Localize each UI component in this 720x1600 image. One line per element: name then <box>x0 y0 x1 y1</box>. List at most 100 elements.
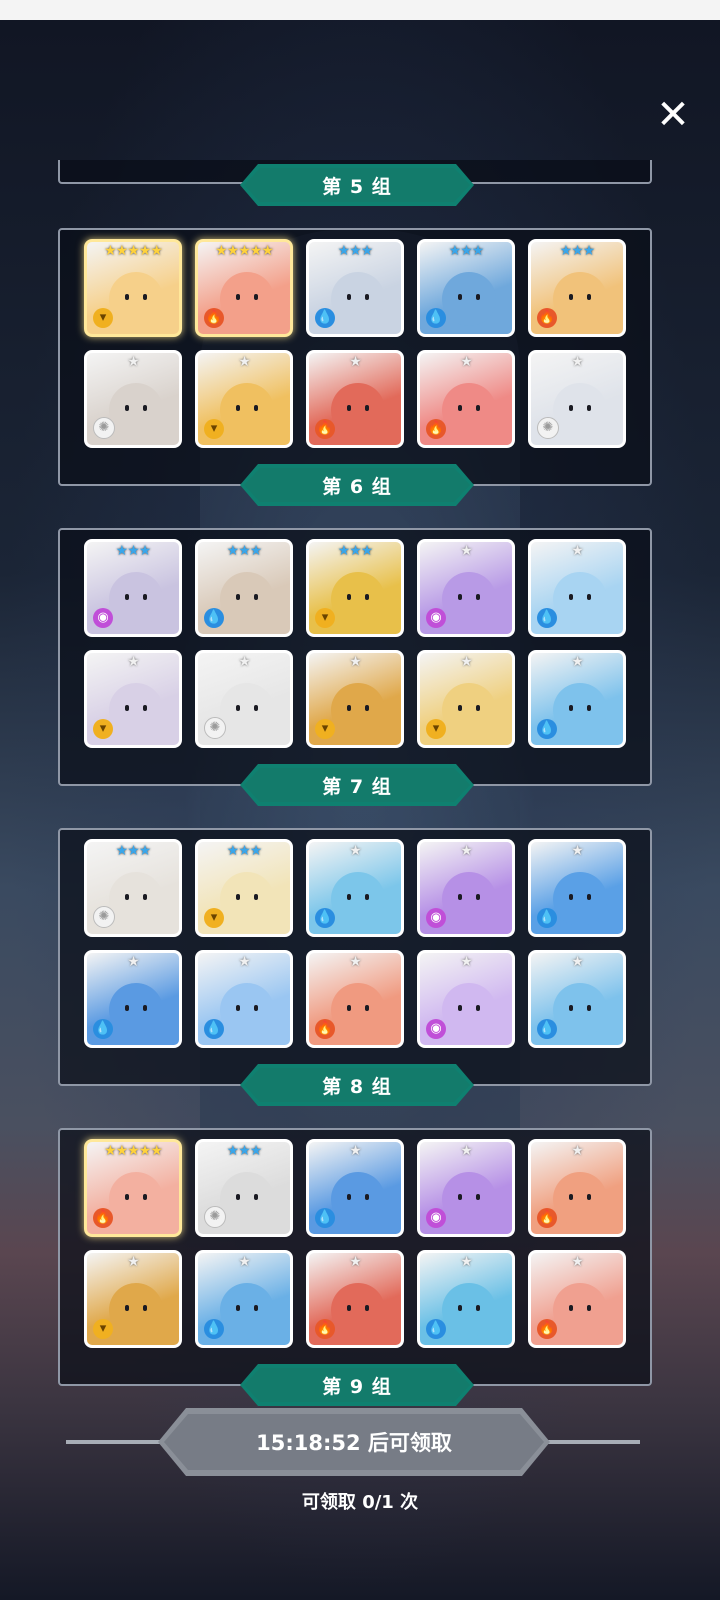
hero-eyes <box>347 705 369 711</box>
hero-eyes <box>347 1194 369 1200</box>
group-banner: 第 8 组 <box>240 1064 474 1106</box>
hero-card[interactable]: ★ ▾ <box>417 650 515 748</box>
water-element-icon: 💧 <box>204 608 224 628</box>
fire-element-icon: 🔥 <box>315 419 335 439</box>
hero-card[interactable]: ★ 🔥 <box>306 950 404 1048</box>
hero-card[interactable]: ★ 🔥 <box>417 350 515 448</box>
hero-card[interactable]: ★ ◉ <box>417 950 515 1048</box>
star-rating: ★ <box>571 354 584 370</box>
dark-element-icon: ◉ <box>426 608 446 628</box>
hero-card[interactable]: ★★★ ✺ <box>195 1139 293 1237</box>
claim-count-text: 可领取 0/1 次 <box>301 1492 419 1513</box>
hero-card[interactable]: ★ ◉ <box>417 839 515 937</box>
light-element-icon: ✺ <box>93 906 115 928</box>
hero-card[interactable]: ★★★ ▾ <box>195 839 293 937</box>
fire-element-icon: 🔥 <box>537 1319 557 1339</box>
hero-eyes <box>347 1305 369 1311</box>
star-rating: ★ <box>460 354 473 370</box>
hero-eyes <box>347 294 369 300</box>
hero-card[interactable]: ★ ✺ <box>84 350 182 448</box>
star-rating: ★ <box>238 954 251 970</box>
hero-eyes <box>569 294 591 300</box>
hero-card[interactable]: ★★★ 💧 <box>417 239 515 337</box>
hero-card[interactable]: ★ 💧 <box>528 539 626 637</box>
hero-eyes <box>236 894 258 900</box>
fire-element-icon: 🔥 <box>537 308 557 328</box>
hero-card[interactable]: ★★★ ◉ <box>84 539 182 637</box>
wind-element-icon: ▾ <box>426 719 446 739</box>
hero-eyes <box>569 1194 591 1200</box>
hero-card[interactable]: ★★★★★ 🔥 <box>84 1139 182 1237</box>
hero-card[interactable]: ★ 💧 <box>306 1139 404 1237</box>
star-rating: ★ <box>571 1143 584 1159</box>
star-rating: ★ <box>127 654 140 670</box>
wind-element-icon: ▾ <box>93 308 113 328</box>
group-title: 第 7 组 <box>322 775 392 798</box>
star-rating: ★ <box>460 1254 473 1270</box>
star-rating: ★★★★★ <box>104 243 163 259</box>
hero-card[interactable]: ★ 🔥 <box>528 1250 626 1348</box>
hero-eyes <box>125 894 147 900</box>
hero-card[interactable]: ★ ✺ <box>195 650 293 748</box>
hero-eyes <box>347 894 369 900</box>
star-rating: ★ <box>460 1143 473 1159</box>
hero-grid: ★★★ ◉ ★★★ 💧 ★★★ ▾ ★ ◉ ★ 💧 ★ ▾ ★ ✺ ★ ▾ ★ ▾ ★ 💧 <box>84 539 626 748</box>
star-rating: ★★★ <box>226 543 263 559</box>
star-rating: ★ <box>460 543 473 559</box>
dark-element-icon: ◉ <box>426 1208 446 1228</box>
hero-card[interactable]: ★ ◉ <box>417 1139 515 1237</box>
hero-card[interactable]: ★★★ ▾ <box>306 539 404 637</box>
hero-eyes <box>458 294 480 300</box>
hero-card[interactable]: ★★★ ✺ <box>84 839 182 937</box>
fire-element-icon: 🔥 <box>315 1019 335 1039</box>
hero-card[interactable]: ★ 💧 <box>528 650 626 748</box>
claim-button[interactable]: 15:18:52 后可领取 <box>158 1408 550 1476</box>
star-rating: ★★★ <box>448 243 485 259</box>
wind-element-icon: ▾ <box>93 719 113 739</box>
star-rating: ★★★ <box>337 543 374 559</box>
hero-card[interactable]: ★ 💧 <box>306 839 404 937</box>
group-banner: 第 5 组 <box>240 164 474 206</box>
hero-card[interactable]: ★ 💧 <box>528 950 626 1048</box>
hero-card[interactable]: ★ 💧 <box>417 1250 515 1348</box>
star-rating: ★★★ <box>226 1143 263 1159</box>
hero-card[interactable]: ★ 💧 <box>195 1250 293 1348</box>
hero-card[interactable]: ★ 🔥 <box>306 350 404 448</box>
star-rating: ★ <box>349 1254 362 1270</box>
light-element-icon: ✺ <box>537 417 559 439</box>
hero-card[interactable]: ★★★ 🔥 <box>528 239 626 337</box>
hero-card[interactable]: ★ ◉ <box>417 539 515 637</box>
hero-card[interactable]: ★★★★★ ▾ <box>84 239 182 337</box>
hero-card[interactable]: ★ 🔥 <box>528 1139 626 1237</box>
hero-card[interactable]: ★ ▾ <box>195 350 293 448</box>
star-rating: ★ <box>571 654 584 670</box>
water-element-icon: 💧 <box>426 1319 446 1339</box>
hero-eyes <box>458 1194 480 1200</box>
star-rating: ★ <box>571 543 584 559</box>
wind-element-icon: ▾ <box>204 419 224 439</box>
hero-card[interactable]: ★★★★★ 🔥 <box>195 239 293 337</box>
group-panel: ★★★ ◉ ★★★ 💧 ★★★ ▾ ★ ◉ ★ 💧 ★ ▾ ★ ✺ ★ ▾ ★ ▾ ★ 💧 <box>58 528 652 786</box>
hero-card[interactable]: ★ ▾ <box>84 1250 182 1348</box>
hero-eyes <box>125 405 147 411</box>
group-list[interactable]: ★★★★★ ▾ ★★★★★ 🔥 ★★★ 💧 ★★★ 💧 ★★★ 🔥 ★ ✺ ★ ▾ ★ 🔥 ★ 🔥 ★ ✺ 第 5 组 ★… <box>58 160 662 1410</box>
star-rating: ★ <box>127 1254 140 1270</box>
group-panel: ★★★ ✺ ★★★ ▾ ★ 💧 ★ ◉ ★ 💧 ★ 💧 ★ 💧 ★ 🔥 ★ ◉ ★ 💧 <box>58 828 652 1086</box>
close-button[interactable]: ✕ <box>648 90 698 140</box>
hero-card[interactable]: ★ ✺ <box>528 350 626 448</box>
dark-element-icon: ◉ <box>426 1019 446 1039</box>
star-rating: ★★★ <box>226 843 263 859</box>
hero-eyes <box>569 594 591 600</box>
hero-card[interactable]: ★★★ 💧 <box>195 539 293 637</box>
star-rating: ★ <box>571 954 584 970</box>
hero-card[interactable]: ★ ▾ <box>306 650 404 748</box>
hero-card[interactable]: ★ 🔥 <box>306 1250 404 1348</box>
hero-card[interactable]: ★★★ 💧 <box>306 239 404 337</box>
hero-card[interactable]: ★ 💧 <box>84 950 182 1048</box>
hero-card[interactable]: ★ 💧 <box>528 839 626 937</box>
hero-eyes <box>569 705 591 711</box>
hero-card[interactable]: ★ ▾ <box>84 650 182 748</box>
dark-element-icon: ◉ <box>426 908 446 928</box>
hero-eyes <box>236 1305 258 1311</box>
hero-card[interactable]: ★ 💧 <box>195 950 293 1048</box>
